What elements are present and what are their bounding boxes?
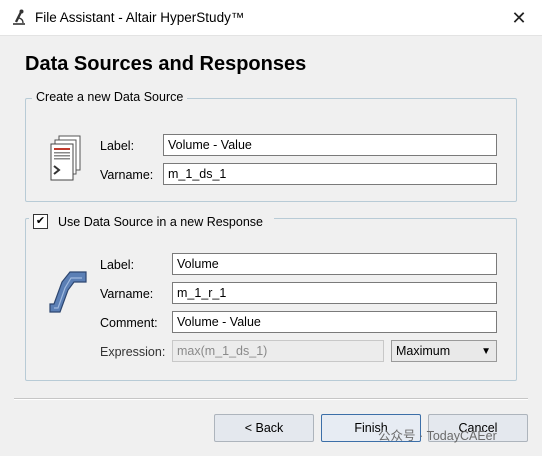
wizard-header: Data Sources and Responses (0, 37, 542, 89)
data-source-group-title: Create a new Data Source (32, 90, 188, 104)
response-expression-caption: Expression: (100, 345, 166, 359)
page-title: Data Sources and Responses (25, 53, 307, 75)
expression-mode-select[interactable]: Maximum ▼ (391, 340, 497, 362)
response-label-caption: Label: (100, 258, 135, 272)
watermark: 公众号 · TodayCAEer (378, 429, 497, 443)
response-label-field[interactable]: Volume (172, 253, 497, 275)
use-in-response-label[interactable]: Use Data Source in a new Response (58, 215, 263, 229)
back-button[interactable]: < Back (214, 414, 314, 442)
data-source-varname-field[interactable]: m_1_ds_1 (163, 163, 497, 185)
data-source-label-field[interactable]: Volume - Value (163, 134, 497, 156)
response-expression-field: max(m_1_ds_1) (172, 340, 384, 362)
checkmark-icon: ✔ (35, 215, 46, 227)
response-curve-icon (46, 268, 90, 318)
title-bar: File Assistant - Altair HyperStudy™ ✕ (0, 0, 542, 36)
response-comment-field[interactable]: Volume - Value (172, 311, 497, 333)
data-source-label-caption: Label: (100, 139, 135, 153)
close-button[interactable]: ✕ (496, 0, 542, 36)
data-source-varname-caption: Varname: (100, 168, 154, 182)
document-stack-icon (48, 134, 82, 182)
response-comment-caption: Comment: (100, 316, 158, 330)
response-varname-field[interactable]: m_1_r_1 (172, 282, 497, 304)
expression-mode-value: Maximum (396, 344, 451, 358)
microscope-icon (10, 8, 28, 26)
footer-separator (14, 398, 528, 400)
chevron-down-icon: ▼ (481, 346, 491, 357)
window-title: File Assistant - Altair HyperStudy™ (35, 10, 245, 25)
response-varname-caption: Varname: (100, 287, 154, 301)
close-icon: ✕ (511, 7, 527, 28)
use-in-response-checkbox[interactable]: ✔ (33, 214, 48, 229)
